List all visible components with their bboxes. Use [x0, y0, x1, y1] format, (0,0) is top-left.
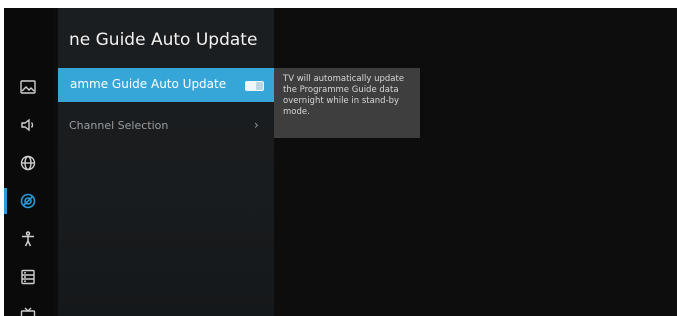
- menu-item-label: amme Guide Auto Update: [70, 77, 227, 91]
- settings-sidebar: [4, 8, 54, 316]
- menu-item-label: Channel Selection: [69, 119, 169, 132]
- sound-icon[interactable]: [18, 115, 38, 135]
- picture-icon[interactable]: [18, 77, 38, 97]
- sidebar-active-indicator: [4, 188, 7, 214]
- description-tooltip: TV will automatically update the Program…: [274, 68, 420, 138]
- network-icon[interactable]: [18, 153, 38, 173]
- menu-item-channel-selection[interactable]: Channel Selection ›: [58, 114, 274, 138]
- auto-update-toggle[interactable]: [245, 81, 264, 91]
- tv-settings-screen: ne Guide Auto Update amme Guide Auto Upd…: [4, 8, 677, 316]
- tooltip-text: TV will automatically update the Program…: [283, 74, 405, 117]
- system-icon[interactable]: [18, 267, 38, 287]
- channel-icon[interactable]: [18, 191, 38, 211]
- page-title: ne Guide Auto Update: [69, 30, 258, 50]
- chevron-right-icon: ›: [254, 118, 259, 132]
- tv-icon[interactable]: [18, 305, 38, 316]
- menu-item-guide-auto-update[interactable]: amme Guide Auto Update: [58, 68, 274, 102]
- accessibility-icon[interactable]: [18, 229, 38, 249]
- toggle-knob: [256, 82, 263, 90]
- menu-panel: ne Guide Auto Update amme Guide Auto Upd…: [58, 8, 274, 316]
